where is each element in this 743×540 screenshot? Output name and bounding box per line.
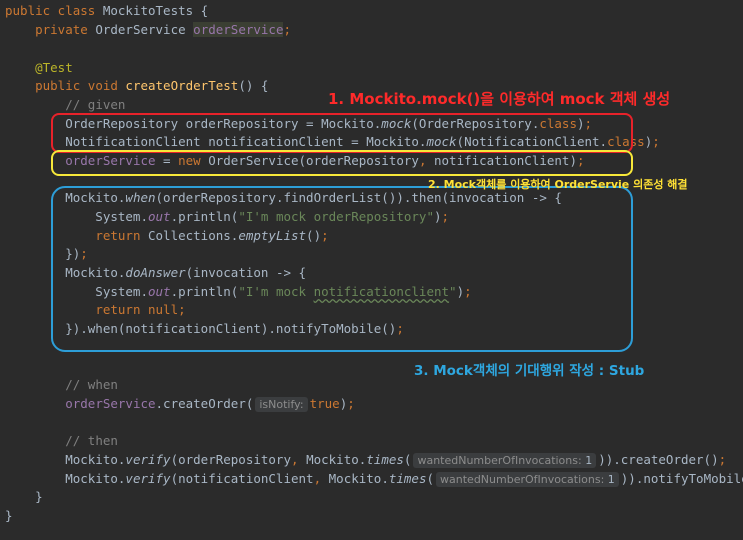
code-line-annotation[interactable]: @Test bbox=[5, 59, 73, 77]
param-hint: wantedNumberOfInvocations: 1 bbox=[436, 472, 619, 487]
code-line-close-method[interactable]: } bbox=[5, 488, 43, 506]
annotation-box-stub bbox=[51, 186, 633, 352]
code-line-create-order[interactable]: orderService.createOrder(isNotify: true); bbox=[5, 395, 355, 413]
annotation-box-dependency bbox=[51, 150, 633, 176]
param-hint: wantedNumberOfInvocations: 1 bbox=[413, 453, 597, 468]
code-line-method-decl[interactable]: public void createOrderTest() { bbox=[5, 77, 268, 95]
code-line-class-decl[interactable]: public class MockitoTests { bbox=[5, 2, 208, 20]
param-hint: isNotify: bbox=[255, 397, 308, 412]
code-line-comment-when[interactable]: // when bbox=[5, 376, 118, 394]
annotation-label-mock: 1. Mockito.mock()을 이용하여 mock 객체 생성 bbox=[328, 90, 671, 108]
code-line-verify-notify[interactable]: Mockito.verify(notificationClient, Mocki… bbox=[5, 470, 743, 488]
code-line-comment-then[interactable]: // then bbox=[5, 432, 118, 450]
code-line-comment-given[interactable]: // given bbox=[5, 96, 125, 114]
code-line-field[interactable]: private OrderService orderService; bbox=[5, 21, 291, 39]
annotation-box-mock bbox=[51, 113, 633, 153]
annotation-label-stub: 3. Mock객체의 기대행위 작성 : Stub bbox=[414, 363, 645, 379]
code-line-verify-repo[interactable]: Mockito.verify(orderRepository, Mockito.… bbox=[5, 451, 726, 469]
annotation-label-dependency: 2. Mock객체를 이용하여 OrderServie 의존성 해결 bbox=[428, 178, 688, 191]
code-line-close-class[interactable]: } bbox=[5, 507, 13, 525]
